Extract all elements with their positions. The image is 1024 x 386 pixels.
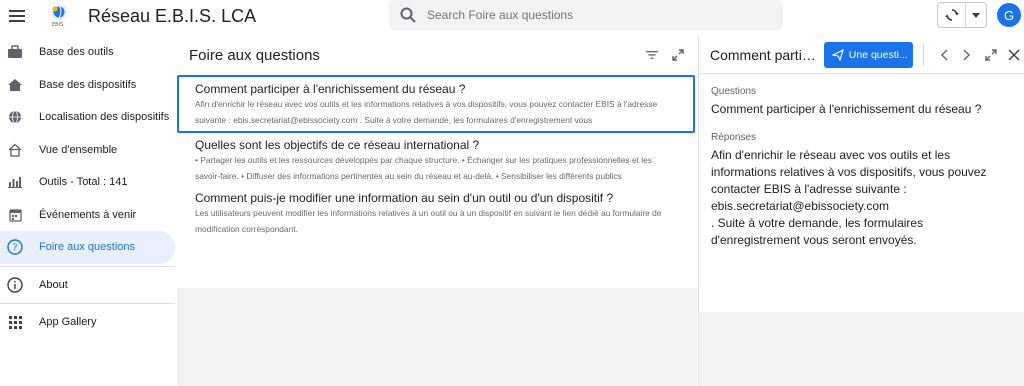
- view-title: Foire aux questions: [189, 46, 320, 64]
- filter-icon[interactable]: [641, 44, 663, 66]
- action-button-label: Une questi...: [848, 48, 908, 61]
- top-app-bar: EBIS Réseau E.B.I.S. LCA G: [0, 0, 1024, 32]
- close-icon[interactable]: [1005, 44, 1024, 66]
- faq-view-header: Foire aux questions: [177, 36, 697, 74]
- sidebar-item-label: App Gallery: [39, 316, 97, 329]
- sidebar-item-label: Foire aux questions: [39, 241, 135, 254]
- home-outline-icon: [7, 142, 23, 158]
- sidebar-item-outils-total[interactable]: Outils - Total : 141: [0, 166, 175, 199]
- sync-icon[interactable]: [938, 3, 966, 27]
- chevron-right-icon[interactable]: [958, 44, 977, 66]
- list-item[interactable]: Comment participer à l'enrichissement du…: [177, 75, 695, 133]
- bar-chart-icon: [7, 174, 23, 190]
- answer-value: Afin d'enrichir le réseau avec vos outil…: [711, 147, 1012, 249]
- divider: [0, 265, 175, 267]
- sidebar-item-localisation-des-dispositifs[interactable]: Localisation des dispositifs: [0, 101, 175, 134]
- sidebar-item-label: Base des outils: [39, 46, 114, 59]
- sidebar-item-app-gallery[interactable]: App Gallery: [0, 306, 175, 339]
- sidebar-item-label: Localisation des dispositifs: [39, 111, 170, 124]
- sidebar-item-foire-aux-questions[interactable]: ? Foire aux questions: [0, 231, 175, 264]
- expand-icon[interactable]: [981, 44, 1000, 66]
- answer-text: . Suite à votre demande, les formulaires…: [711, 216, 924, 247]
- faq-view: Foire aux questions Comment participer à…: [177, 36, 697, 386]
- info-icon: [7, 277, 23, 293]
- faq-answer-preview: Les utilisateurs peuvent modifier les in…: [195, 208, 662, 234]
- detail-panel: Comment participer à l'enrichissement du…: [698, 36, 1024, 386]
- app-logo: EBIS: [46, 2, 72, 30]
- list-item[interactable]: Comment puis-je modifier une information…: [177, 186, 695, 239]
- grid-icon: [7, 314, 23, 330]
- faq-answer-preview: Afin d'enrichir le réseau avec vos outil…: [195, 99, 658, 125]
- sidebar-item-label: About: [39, 278, 68, 291]
- sidebar-item-about[interactable]: About: [0, 269, 175, 302]
- svg-text:?: ?: [12, 243, 17, 254]
- faq-answer-preview: • Partager les outils et les ressources …: [195, 155, 652, 181]
- send-icon: [831, 48, 844, 61]
- sidebar-item-vue-d-ensemble[interactable]: Vue d'ensemble: [0, 134, 175, 167]
- sidebar-item-base-des-dispositifs[interactable]: Base des dispositifs: [0, 69, 175, 102]
- divider: [0, 303, 175, 304]
- avatar[interactable]: G: [997, 3, 1021, 27]
- hamburger-menu-icon[interactable]: [2, 1, 32, 31]
- expand-icon[interactable]: [667, 44, 689, 66]
- detail-header: Comment participer à l'enrichissement du…: [699, 36, 1024, 74]
- action-button[interactable]: Une questi...: [823, 41, 914, 68]
- detail-empty-area: [699, 312, 1024, 386]
- chevron-left-icon[interactable]: [934, 44, 953, 66]
- answer-email: ebis.secretariat@ebissociety.com: [711, 199, 890, 213]
- list-item[interactable]: Quelles sont les objectifs de ce réseau …: [177, 133, 695, 186]
- search-bar[interactable]: [389, 0, 783, 30]
- faq-question: Comment puis-je modifier une information…: [195, 191, 614, 205]
- faq-list: Comment participer à l'enrichissement du…: [177, 74, 697, 288]
- faq-question: Quelles sont les objectifs de ce réseau …: [195, 138, 480, 152]
- calendar-icon: [7, 207, 23, 223]
- search-input[interactable]: [427, 8, 767, 22]
- sidebar-item-label: Base des dispositifs: [39, 78, 137, 91]
- globe-icon: [7, 109, 23, 125]
- detail-title: Comment participer à l'enrichissement du…: [710, 46, 819, 63]
- briefcase-icon: [7, 44, 23, 60]
- sidebar-item-label: Vue d'ensemble: [39, 143, 118, 156]
- question-value: Comment participer à l'enrichissement du…: [711, 102, 982, 116]
- sidebar: Base des outils Base des dispositifs Loc…: [0, 36, 175, 386]
- app-title: Réseau E.B.I.S. LCA: [88, 5, 257, 26]
- logo-text: EBIS: [52, 22, 64, 28]
- divider: [923, 43, 925, 66]
- faq-question: Comment participer à l'enrichissement du…: [195, 82, 466, 96]
- sidebar-item-evenements-a-venir[interactable]: Événements à venir: [0, 199, 175, 232]
- help-circle-icon: ?: [7, 239, 23, 255]
- caret-down-icon[interactable]: [966, 3, 986, 27]
- sidebar-item-label: Événements à venir: [39, 208, 137, 221]
- answers-label: Réponses: [711, 132, 757, 143]
- home-icon: [7, 77, 23, 93]
- detail-body: Questions Comment participer à l'enrichi…: [699, 74, 1024, 261]
- answer-text: Afin d'enrichir le réseau avec vos outil…: [711, 148, 987, 196]
- questions-label: Questions: [711, 86, 757, 97]
- sidebar-item-base-des-outils[interactable]: Base des outils: [0, 36, 175, 69]
- sync-control: [937, 2, 987, 28]
- sidebar-item-label: Outils - Total : 141: [39, 176, 128, 189]
- search-icon: [400, 7, 416, 23]
